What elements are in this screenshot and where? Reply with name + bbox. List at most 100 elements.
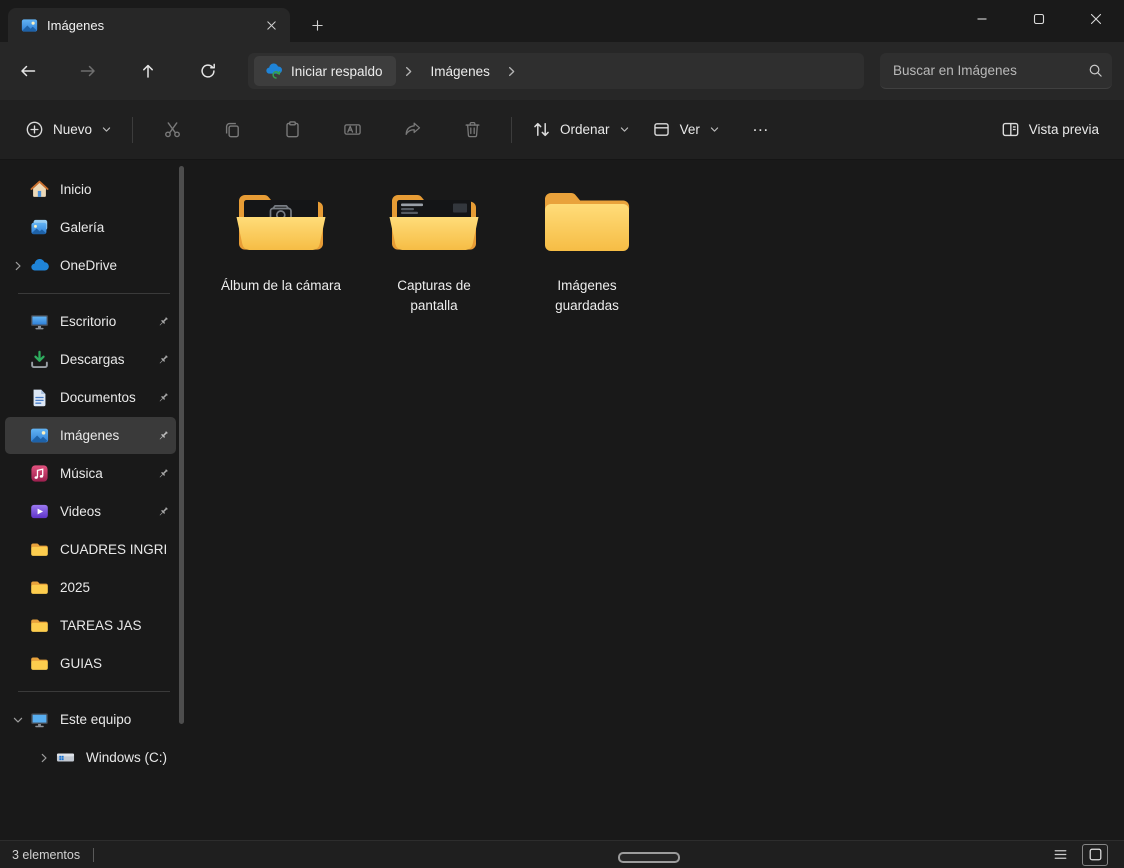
chevron-down-icon <box>101 124 112 135</box>
folder-name: Imágenes guardadas <box>555 278 619 314</box>
sidebar-item-videos[interactable]: Videos <box>5 493 176 530</box>
toolbar-divider <box>132 116 134 143</box>
pin-icon <box>152 467 174 481</box>
toolbar-divider <box>511 116 513 143</box>
chevron-right-icon[interactable] <box>31 752 56 764</box>
sidebar-item-onedrive[interactable]: OneDrive <box>5 247 176 284</box>
paste-button[interactable] <box>270 111 314 149</box>
search-icon[interactable] <box>1088 63 1103 78</box>
folder-icon-camera-roll <box>229 178 333 266</box>
sidebar-item-tareas-jas[interactable]: TAREAS JAS <box>5 607 176 644</box>
address-bar[interactable]: Iniciar respaldo Imágenes <box>248 53 864 89</box>
maximize-button[interactable] <box>1010 0 1067 38</box>
chevron-down-icon <box>709 124 720 135</box>
view-button-label: Ver <box>679 122 700 137</box>
window-controls <box>953 0 1124 38</box>
delete-button[interactable] <box>450 111 494 149</box>
bottom-scrollbar-pill[interactable] <box>618 852 680 863</box>
file-explorer-window: Imágenes Iniciar respaldo Imágenes Busca… <box>0 0 1124 868</box>
sidebar-item-label: Galería <box>60 220 105 235</box>
cut-button[interactable] <box>150 111 194 149</box>
sidebar-item-imagenes[interactable]: Imágenes <box>5 417 176 454</box>
chevron-right-icon[interactable] <box>396 65 422 78</box>
sidebar-divider <box>18 691 170 692</box>
sidebar-divider <box>18 293 170 294</box>
up-button[interactable] <box>128 53 168 89</box>
folder-item-imagenes-guardadas[interactable]: Imágenes guardadas <box>513 174 661 327</box>
home-icon <box>30 180 49 199</box>
videos-icon <box>30 502 49 521</box>
minimize-button[interactable] <box>953 0 1010 38</box>
explorer-body: Inicio Galería OneDrive Escritorio Desca… <box>0 160 1124 840</box>
sidebar-item-windows-c[interactable]: Windows (C:) <box>31 739 176 776</box>
more-options-button[interactable]: … <box>739 111 783 149</box>
folder-item-album-de-la-camara[interactable]: Álbum de la cámara <box>207 174 355 327</box>
this-pc-icon <box>30 710 49 729</box>
sidebar-scrollbar[interactable] <box>179 166 184 724</box>
onedrive-cloud-icon <box>30 256 49 275</box>
gallery-icon <box>30 218 49 237</box>
sidebar-item-escritorio[interactable]: Escritorio <box>5 303 176 340</box>
forward-button[interactable] <box>68 53 108 89</box>
folder-item-capturas-de-pantalla[interactable]: Capturas de pantalla <box>360 174 508 327</box>
sidebar-item-label: Documentos <box>60 390 136 405</box>
sidebar-item-label: OneDrive <box>60 258 118 273</box>
start-backup-button[interactable]: Iniciar respaldo <box>254 56 396 86</box>
folder-icon-screenshots <box>382 178 486 266</box>
preview-pane-icon <box>1001 120 1020 139</box>
preview-button[interactable]: Vista previa <box>990 111 1110 149</box>
sort-button[interactable]: Ordenar <box>521 111 641 149</box>
refresh-button[interactable] <box>188 53 228 89</box>
sort-button-label: Ordenar <box>560 122 610 137</box>
new-tab-button[interactable] <box>302 10 332 40</box>
chevron-down-icon[interactable] <box>5 714 30 726</box>
documents-icon <box>30 388 49 407</box>
sidebar-item-label: TAREAS JAS <box>60 618 142 633</box>
view-icon <box>652 120 671 139</box>
search-box[interactable] <box>880 53 1112 89</box>
thumbnails-view-button[interactable] <box>1082 843 1108 866</box>
sidebar-item-galeria[interactable]: Galería <box>5 209 176 246</box>
folder-icon-plain <box>535 178 639 266</box>
explorer-tab[interactable]: Imágenes <box>8 8 290 42</box>
view-button[interactable]: Ver <box>641 111 731 149</box>
chevron-right-icon[interactable] <box>5 260 30 272</box>
folder-name: Álbum de la cámara <box>220 278 342 293</box>
sidebar-item-guias[interactable]: GUIAS <box>5 645 176 682</box>
close-button[interactable] <box>1067 0 1124 38</box>
sidebar-item-2025[interactable]: 2025 <box>5 569 176 606</box>
breadcrumb-current[interactable]: Imágenes <box>422 56 499 86</box>
share-button[interactable] <box>390 111 434 149</box>
more-options-label: … <box>751 115 770 135</box>
rename-button[interactable] <box>330 111 374 149</box>
folder-icon <box>30 578 49 597</box>
pin-icon <box>152 391 174 405</box>
sidebar-item-label: GUIAS <box>60 656 103 671</box>
sidebar-item-cuadres-ingri[interactable]: CUADRES INGRI <box>5 531 176 568</box>
tab-close-icon[interactable] <box>258 12 284 38</box>
sidebar-item-documentos[interactable]: Documentos <box>5 379 176 416</box>
preview-button-label: Vista previa <box>1028 122 1099 137</box>
chevron-right-icon[interactable] <box>499 65 525 78</box>
navigation-pane: Inicio Galería OneDrive Escritorio Desca… <box>0 160 192 840</box>
view-toggles <box>1047 843 1112 866</box>
sidebar-item-musica[interactable]: Música <box>5 455 176 492</box>
folder-view[interactable]: Álbum de la cámara Capturas de pantalla … <box>192 160 1124 840</box>
item-count: 3 elementos <box>12 847 81 862</box>
sidebar-item-este-equipo[interactable]: Este equipo <box>5 701 176 738</box>
sidebar-item-descargas[interactable]: Descargas <box>5 341 176 378</box>
new-button[interactable]: Nuevo <box>14 111 123 149</box>
sidebar-item-label: Inicio <box>60 182 92 197</box>
onedrive-sync-icon <box>263 61 283 81</box>
sort-icon <box>532 120 551 139</box>
sidebar-item-inicio[interactable]: Inicio <box>5 171 176 208</box>
sidebar-item-label: Windows (C:) <box>86 750 168 765</box>
pictures-icon <box>21 17 38 34</box>
pin-icon <box>152 315 174 329</box>
copy-button[interactable] <box>210 111 254 149</box>
details-view-button[interactable] <box>1047 844 1073 866</box>
folder-name: Capturas de pantalla <box>397 278 471 314</box>
back-button[interactable] <box>8 53 48 89</box>
sidebar-item-label: Música <box>60 466 103 481</box>
search-input[interactable] <box>893 63 1088 78</box>
